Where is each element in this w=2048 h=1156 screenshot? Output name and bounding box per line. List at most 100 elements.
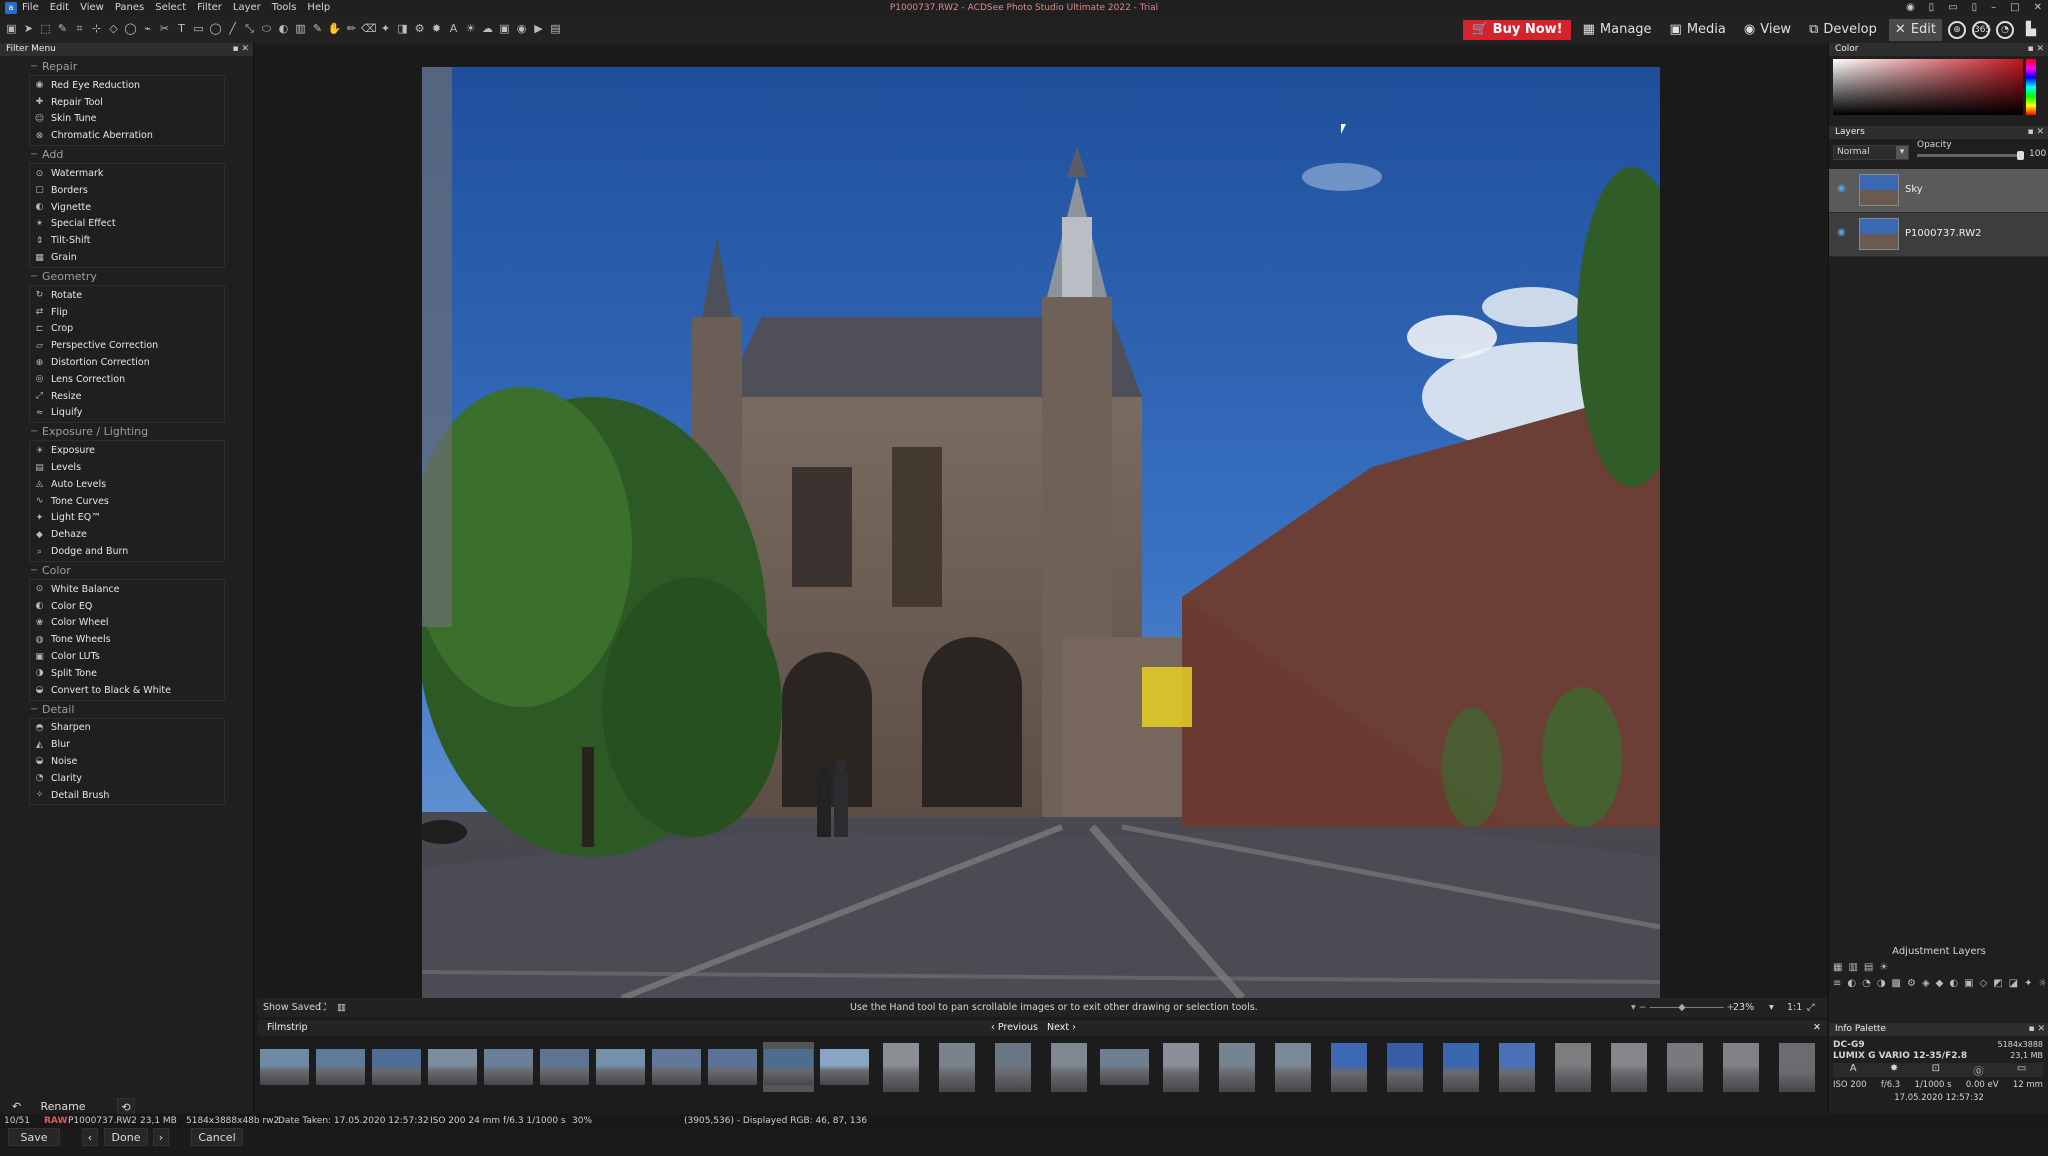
hue-slider[interactable] [2026, 59, 2036, 115]
filmstrip-thumbnail[interactable] [931, 1042, 982, 1092]
save-button[interactable]: Save [8, 1128, 60, 1146]
filter-crop[interactable]: ⊏ Crop [30, 321, 224, 338]
filmstrip-thumbnail[interactable] [483, 1042, 534, 1092]
ellipse-icon[interactable]: ◯ [208, 20, 223, 38]
mode-edit[interactable]: ✕ Edit [1888, 19, 1942, 41]
crop-icon[interactable]: ✂ [157, 20, 172, 38]
filter-skin-tune[interactable]: ☺ Skin Tune [30, 111, 224, 128]
menu-view[interactable]: View [80, 0, 104, 16]
select-tool-icon[interactable]: ▣ [4, 20, 19, 38]
pin-close-icons[interactable]: ▪ ✕ [2027, 126, 2044, 139]
filter-borders[interactable]: ▢ Borders [30, 182, 224, 199]
filter-convert-to-black-white[interactable]: ◒ Convert to Black & White [30, 682, 224, 699]
pin-close-icons[interactable]: ▪ ✕ [232, 43, 249, 56]
actual-size-button[interactable]: 1:1 [1787, 998, 1802, 1017]
done-button[interactable]: Done [104, 1128, 148, 1146]
filmstrip-close-icon[interactable]: ✕ [1813, 1020, 1821, 1036]
filter-distortion-correction[interactable]: ⊕ Distortion Correction [30, 354, 224, 371]
previous-button[interactable]: ‹ Previous [991, 1020, 1038, 1036]
filter-dodge-and-burn[interactable]: ⌕ Dodge and Burn [30, 543, 224, 560]
filter-special-effect[interactable]: ✴ Special Effect [30, 216, 224, 233]
filter-white-balance[interactable]: ⊙ White Balance [30, 581, 224, 598]
effects-icon[interactable]: ✹ [429, 20, 444, 38]
filter-levels[interactable]: ▤ Levels [30, 459, 224, 476]
user-icon[interactable]: ◉ [1906, 0, 1915, 16]
filter-noise[interactable]: ◒ Noise [30, 753, 224, 770]
filmstrip-thumbnail[interactable] [1435, 1042, 1486, 1092]
fit-icon[interactable]: ⛶ [319, 998, 326, 1017]
blend-mode-select[interactable]: Normal ▾ [1833, 145, 1909, 160]
mode-view[interactable]: ◉ View [1738, 19, 1797, 41]
photo-image[interactable] [422, 67, 1660, 998]
filmstrip-thumbnail[interactable] [1267, 1042, 1318, 1092]
export-icon[interactable]: ▤ [548, 20, 563, 38]
record-icon[interactable]: ◉ [514, 20, 529, 38]
filmstrip-thumbnail[interactable] [427, 1042, 478, 1092]
lasso-icon[interactable]: ◯ [123, 20, 138, 38]
hand-icon[interactable]: ✋ [327, 20, 342, 38]
filmstrip-thumbnail[interactable] [1771, 1042, 1822, 1092]
fill-icon[interactable]: ◐ [276, 20, 291, 38]
filter-color-luts[interactable]: ▣ Color LUTs [30, 648, 224, 665]
filter-vignette[interactable]: ◐ Vignette [30, 199, 224, 216]
filmstrip-thumbnail[interactable] [371, 1042, 422, 1092]
filter-grain[interactable]: ▦ Grain [30, 249, 224, 266]
section-add[interactable]: Add [0, 147, 253, 163]
pointer-icon[interactable]: ➤ [21, 20, 36, 38]
filter-color-wheel[interactable]: ❀ Color Wheel [30, 615, 224, 632]
filter-sharpen[interactable]: ◓ Sharpen [30, 720, 224, 737]
light-icon[interactable]: ☀ [463, 20, 478, 38]
text-effect-icon[interactable]: A [446, 20, 461, 38]
close-button[interactable]: ✕ [2034, 0, 2042, 16]
section-geometry[interactable]: Geometry [0, 269, 253, 285]
fullscreen-icon[interactable]: ⤢ [1807, 998, 1815, 1017]
previous-icon[interactable]: ‹ [82, 1128, 98, 1146]
filmstrip-thumbnail[interactable] [259, 1042, 310, 1092]
filmstrip-thumbnail[interactable] [1491, 1042, 1542, 1092]
opacity-slider[interactable] [1917, 151, 2024, 160]
polygon-icon[interactable]: ⬭ [259, 20, 274, 38]
section-exposure-lighting[interactable]: Exposure / Lighting [0, 424, 253, 440]
next-icon[interactable]: › [153, 1128, 169, 1146]
opacity-value[interactable]: 100 [2029, 149, 2046, 159]
settings-icon[interactable]: ⚙ [412, 20, 427, 38]
app-icon[interactable]: a [5, 2, 17, 14]
stats-icon[interactable]: ▙ [2020, 19, 2042, 41]
filter-split-tone[interactable]: ◑ Split Tone [30, 665, 224, 682]
filmstrip-thumbnail[interactable] [1659, 1042, 1710, 1092]
menu-panes[interactable]: Panes [115, 0, 144, 16]
menu-select[interactable]: Select [155, 0, 186, 16]
filter-tone-wheels[interactable]: ◍ Tone Wheels [30, 631, 224, 648]
filmstrip-thumbnail[interactable] [987, 1042, 1038, 1092]
zoom-dropdown-icon[interactable]: ▾ [1769, 998, 1774, 1017]
dashboard-icon[interactable]: ◔ [1996, 21, 2014, 39]
magic-wand-icon[interactable]: ⌁ [140, 20, 155, 38]
filmstrip-thumbnail[interactable] [1379, 1042, 1430, 1092]
menu-file[interactable]: File [22, 0, 39, 16]
brush-icon[interactable]: ✎ [310, 20, 325, 38]
menu-filter[interactable]: Filter [197, 0, 222, 16]
menu-help[interactable]: Help [307, 0, 330, 16]
filmstrip-thumbnail[interactable] [1099, 1042, 1150, 1092]
pin-close-icons[interactable]: ▪ ✕ [2027, 43, 2044, 56]
shape-icon[interactable]: ◇ [106, 20, 121, 38]
360-icon[interactable]: 365 [1972, 21, 1991, 39]
layout2-icon[interactable]: ▭ [1948, 0, 1957, 16]
filter-tone-curves[interactable]: ∿ Tone Curves [30, 493, 224, 510]
filter-liquify[interactable]: ≈ Liquify [30, 405, 224, 422]
filmstrip-thumbnail[interactable] [651, 1042, 702, 1092]
filter-lens-correction[interactable]: ◎ Lens Correction [30, 371, 224, 388]
filmstrip-thumbnail[interactable] [1323, 1042, 1374, 1092]
filter-blur[interactable]: ◭ Blur [30, 736, 224, 753]
next-button[interactable]: Next › [1047, 1020, 1076, 1036]
pin-close-icons[interactable]: ▪ ✕ [2028, 1023, 2045, 1036]
filter-color-eq[interactable]: ◐ Color EQ [30, 598, 224, 615]
filter-detail-brush[interactable]: ✧ Detail Brush [30, 787, 224, 804]
cancel-button[interactable]: Cancel [191, 1128, 243, 1146]
menu-layer[interactable]: Layer [233, 0, 261, 16]
filmstrip-thumbnail[interactable] [1043, 1042, 1094, 1092]
rectangle-icon[interactable]: ▭ [191, 20, 206, 38]
globe-icon[interactable]: ⊕ [1948, 21, 1966, 39]
filter-tilt-shift[interactable]: ⇕ Tilt-Shift [30, 232, 224, 249]
line-icon[interactable]: ╱ [225, 20, 240, 38]
